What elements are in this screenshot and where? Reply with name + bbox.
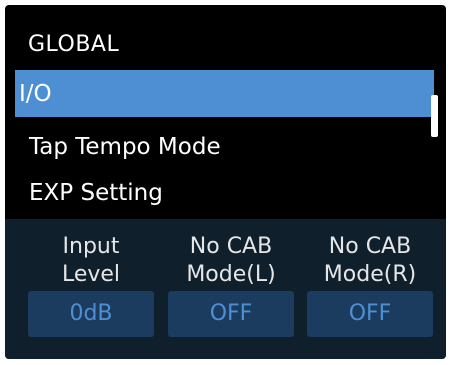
param-label-line2: Mode(R) [323,262,417,287]
param-label-line1: No CAB [328,234,412,259]
menu-item-label: Tap Tempo Mode [29,134,221,160]
no-cab-mode-l-value-box[interactable]: OFF [168,291,294,337]
scrollbar-thumb[interactable] [431,95,438,137]
param-label: No CAB Mode(R) [307,233,433,289]
input-level-value-box[interactable]: 0dB [28,291,154,337]
menu-item-tap-tempo-mode[interactable]: Tap Tempo Mode [15,126,434,168]
param-label-line2: Mode(L) [186,262,276,287]
no-cab-mode-r-value-box[interactable]: OFF [307,291,433,337]
param-label-line1: Input [62,234,120,259]
param-label: No CAB Mode(L) [168,233,294,289]
page-title: GLOBAL [28,32,120,57]
parameter-panel: Input Level 0dB No CAB Mode(L) OFF No CA… [5,219,446,359]
param-label: Input Level [28,233,154,289]
menu-item-io[interactable]: I/O [15,70,434,117]
menu-item-label: I/O [19,80,52,107]
param-label-line1: No CAB [189,234,273,259]
param-label-line2: Level [61,262,121,287]
menu-item-exp-setting[interactable]: EXP Setting [15,172,434,214]
menu-item-label: EXP Setting [29,180,163,206]
device-screen: GLOBAL I/O Tap Tempo Mode EXP Setting In… [5,5,446,359]
